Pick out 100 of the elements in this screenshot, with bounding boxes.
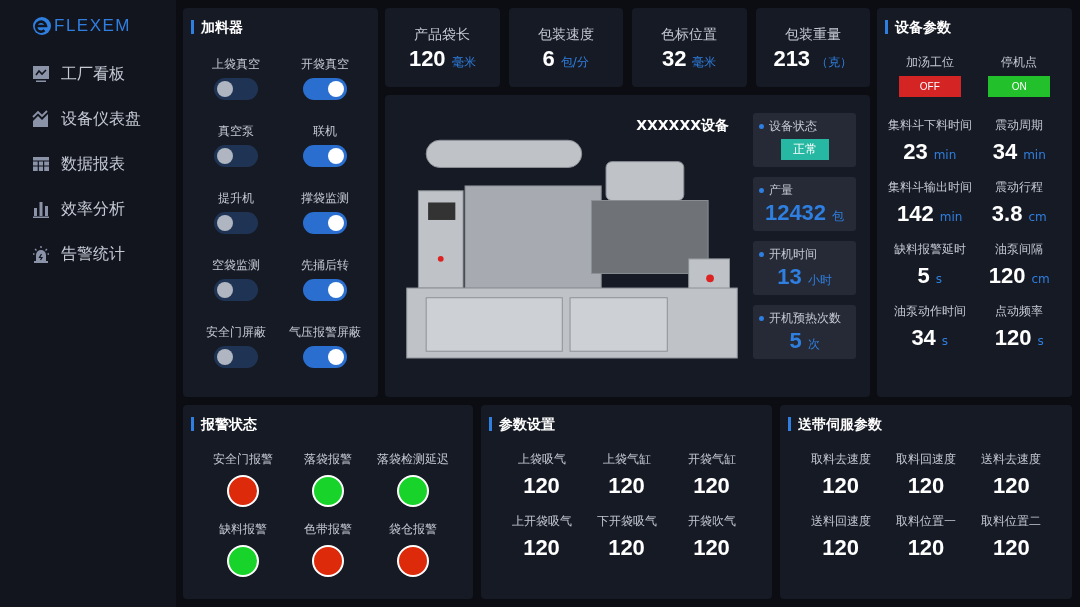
- param-unit: s: [1037, 334, 1044, 348]
- nav-item[interactable]: 效率分析: [32, 196, 176, 222]
- alarm-label: 色带报警: [304, 521, 352, 538]
- param-unit: cm: [1031, 272, 1050, 286]
- nav-item[interactable]: 告警统计: [32, 241, 176, 267]
- bar-chart-icon: [32, 200, 50, 218]
- nav-item[interactable]: 数据报表: [32, 151, 176, 177]
- param-label: 震动行程: [995, 179, 1044, 196]
- switch-label: 真空泵: [217, 123, 254, 140]
- setting-value: 120: [822, 535, 859, 561]
- line-chart-icon: [32, 110, 50, 128]
- param-value: 3.8: [991, 201, 1023, 227]
- toggle-switch[interactable]: [303, 212, 348, 234]
- status-badge: 正常: [780, 139, 829, 160]
- setting-value: 120: [608, 473, 645, 499]
- setting-value: 120: [907, 473, 945, 499]
- setting-label: 上袋吸气: [517, 451, 566, 468]
- panel-title: 参数设置: [489, 417, 555, 431]
- param-unit: min: [1023, 148, 1046, 162]
- toggle-label: 停机点: [1001, 54, 1038, 71]
- param-label: 震动周期: [995, 117, 1044, 134]
- monitor-icon: [32, 65, 50, 83]
- panel-title: 加料器: [191, 20, 243, 34]
- toggle-switch[interactable]: [303, 78, 348, 100]
- stat-label: 色标位置: [661, 26, 718, 44]
- stat-value: 213: [773, 46, 811, 72]
- toggle-switch[interactable]: [303, 346, 348, 368]
- setting-value: 120: [523, 473, 560, 499]
- alarm-label: 落袋报警: [304, 451, 352, 468]
- setting-value: 120: [608, 535, 645, 561]
- param-value: 120: [994, 325, 1032, 351]
- setting-label: 上开袋吸气: [511, 513, 572, 530]
- panel-title: 报警状态: [191, 417, 257, 431]
- setting-label: 开袋气缸: [687, 451, 736, 468]
- param-unit: s: [935, 272, 942, 286]
- switch-label: 开袋真空: [301, 56, 350, 73]
- param-value: 34: [992, 139, 1018, 165]
- toggle-switch[interactable]: [213, 145, 258, 167]
- alarm-label: 袋仓报警: [388, 521, 437, 538]
- setting-value: 120: [693, 535, 730, 561]
- param-unit: min: [933, 148, 957, 162]
- setting-value: 120: [907, 535, 945, 561]
- switch-label: 联机: [313, 123, 338, 140]
- param-unit: min: [939, 210, 963, 224]
- toggle-switch[interactable]: [303, 145, 348, 167]
- nav-item[interactable]: 设备仪表盘: [32, 106, 176, 132]
- logo-text: FLEXEM: [54, 16, 132, 36]
- param-unit: s: [941, 334, 949, 348]
- setting-label: 取料回速度: [896, 451, 956, 468]
- toggle-switch[interactable]: [213, 346, 258, 368]
- toggle-switch[interactable]: [213, 78, 258, 100]
- setting-label: 开袋吹气: [687, 513, 736, 530]
- param-label: 油泵间隔: [995, 241, 1044, 258]
- stat-label: 产品袋长: [414, 26, 471, 44]
- alarm-label: 落袋检测延迟: [376, 451, 449, 468]
- setting-value: 120: [992, 473, 1030, 499]
- card-unit: 包: [832, 208, 845, 225]
- on-off-button[interactable]: OFF: [898, 76, 961, 97]
- stat-value: 6: [542, 46, 555, 72]
- alarm-light-icon: [32, 245, 50, 263]
- stat-label: 包装重量: [784, 26, 841, 44]
- card-label: 设备状态: [759, 118, 850, 135]
- switch-label: 安全门屏蔽: [205, 324, 266, 341]
- card-value: 12432: [764, 201, 827, 225]
- nav-item[interactable]: 工厂看板: [32, 61, 176, 87]
- switch-label: 上袋真空: [211, 56, 260, 73]
- toggle-switch[interactable]: [213, 212, 258, 234]
- setting-label: 取料位置一: [896, 513, 956, 530]
- param-label: 集料斗输出时间: [887, 179, 972, 196]
- switch-label: 撑袋监测: [301, 190, 350, 207]
- stat-label: 包装速度: [537, 26, 594, 44]
- setting-label: 上袋气缸: [602, 451, 651, 468]
- setting-label: 取料去速度: [810, 451, 871, 468]
- param-value: 34: [911, 325, 936, 351]
- toggle-switch[interactable]: [213, 279, 258, 301]
- stat-unit: 毫米: [692, 54, 717, 71]
- panel-title: 送带伺服参数: [788, 417, 882, 431]
- param-value: 5: [917, 263, 930, 289]
- setting-value: 120: [992, 535, 1030, 561]
- setting-label: 送料回速度: [810, 513, 871, 530]
- param-value: 142: [897, 201, 934, 227]
- card-value: 5: [789, 329, 802, 353]
- toggle-label: 加汤工位: [905, 54, 954, 71]
- stat-unit: （克）: [816, 54, 853, 71]
- stat-value: 120: [408, 46, 446, 72]
- stat-unit: 毫米: [451, 54, 476, 71]
- setting-label: 送料去速度: [981, 451, 1042, 468]
- param-value: 23: [903, 139, 928, 165]
- setting-value: 120: [822, 473, 859, 499]
- switch-label: 气压报警屏蔽: [289, 324, 362, 341]
- param-label: 点动频率: [995, 303, 1044, 320]
- toggle-switch[interactable]: [303, 279, 348, 301]
- param-label: 油泵动作时间: [893, 303, 966, 320]
- card-label: 开机时间: [759, 246, 850, 263]
- alarm-label: 安全门报警: [213, 451, 274, 468]
- panel-title: 设备参数: [885, 20, 951, 34]
- card-unit: 小时: [807, 272, 832, 289]
- param-unit: cm: [1028, 210, 1047, 224]
- logo-icon: [32, 16, 52, 36]
- setting-label: 下开袋吸气: [596, 513, 657, 530]
